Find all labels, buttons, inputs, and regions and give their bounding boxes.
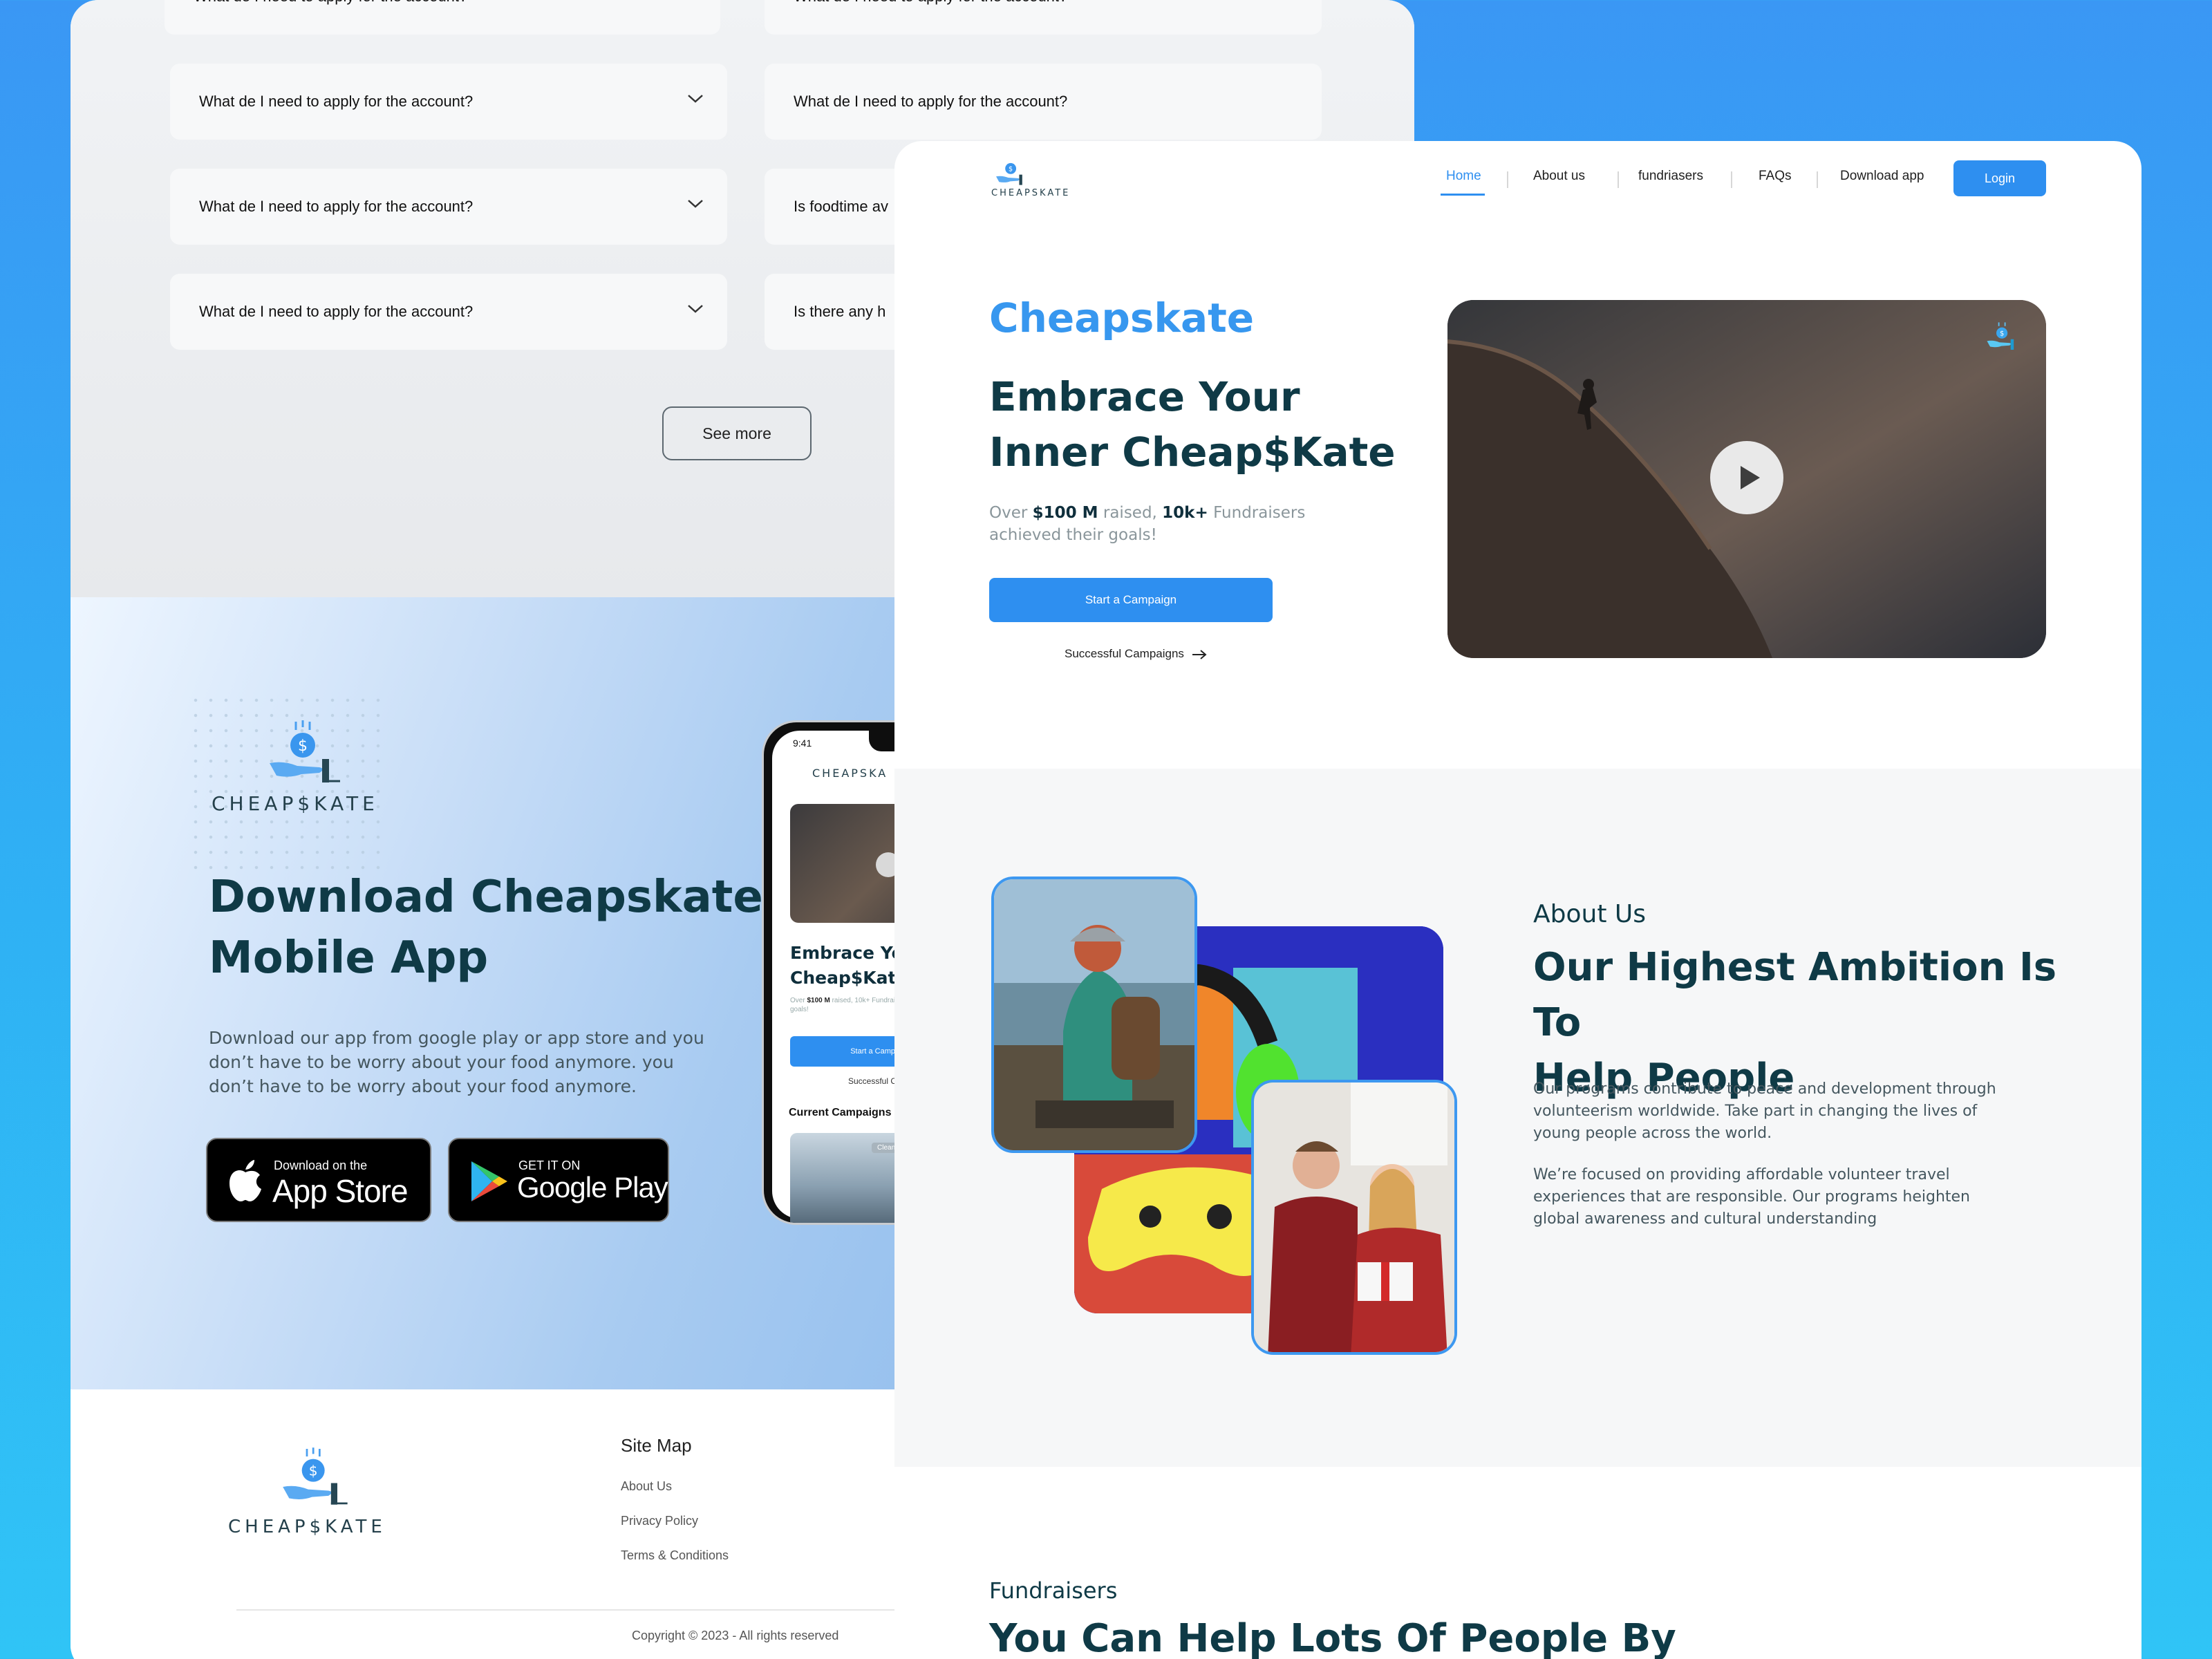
about-title-line1: Our Highest Ambition Is To [1533, 945, 2057, 1045]
nav-separator [1618, 171, 1619, 188]
faq-item[interactable]: What de I need to apply for the account? [765, 64, 1322, 140]
svg-text:$: $ [2000, 330, 2004, 337]
chevron-down-icon [688, 200, 703, 208]
login-button[interactable]: Login [1953, 160, 2046, 196]
hand-coin-logo-icon: $ [283, 1447, 348, 1505]
nav-separator [1817, 171, 1818, 188]
apple-icon [229, 1160, 261, 1201]
download-description: Download our app from google play or app… [209, 1028, 704, 1096]
faq-question: Is there any h [794, 303, 886, 320]
hand-coin-logo-icon: $ [996, 162, 1022, 185]
hero-sub-count: 10k+ [1162, 504, 1208, 522]
phone-logo-text: CHEAPSKA [812, 767, 888, 780]
hero-title: Embrace Your Inner Cheap$Kate [989, 369, 1404, 480]
google-play-icon [471, 1161, 507, 1201]
hand-coin-logo-icon: $ [1987, 322, 2014, 350]
about-label: About Us [1533, 900, 1646, 928]
couple-gift-image-art [1254, 1082, 1454, 1352]
logo-text: CHEAP$KATE [212, 792, 379, 815]
hero-video[interactable]: $ [1447, 300, 2046, 658]
play-triangle [1741, 466, 1760, 489]
phone-raised-prefix: Over [790, 997, 805, 1004]
successful-campaigns-label: Successful Campaigns [1065, 647, 1184, 660]
app-store-big-text: App Store [272, 1173, 409, 1209]
copyright: Copyright © 2023 - All rights reserved [632, 1629, 839, 1642]
fundraisers-title: You Can Help Lots Of People By [989, 1616, 1676, 1659]
faq-question: What de I need to apply for the account? [194, 0, 467, 6]
header-logo-text: CHEAPSKATE [991, 188, 1071, 198]
svg-text:$: $ [298, 738, 308, 755]
hero-sub-over: Over [989, 504, 1028, 522]
successful-campaigns-link[interactable]: Successful Campaigns [1065, 647, 1207, 661]
hero-sub-amount: $100 M [1032, 504, 1098, 522]
hand-coin-logo-icon: $ [270, 720, 340, 782]
footer-link-terms[interactable]: Terms & Conditions [621, 1548, 729, 1563]
site-map-title: Site Map [621, 1435, 692, 1456]
about-paragraph-2: We’re focused on providing affordable vo… [1533, 1166, 1970, 1228]
phone-raised-amount: $100 M [807, 997, 830, 1004]
arrow-right-icon [1192, 649, 1207, 659]
hero-title-line2: Inner Cheap$Kate [989, 429, 1396, 476]
nav-home[interactable]: Home [1446, 169, 1481, 184]
phone-time: 9:41 [793, 738, 812, 749]
footer-logo-text: CHEAP$KATE [228, 1517, 386, 1537]
footer-link-privacy[interactable]: Privacy Policy [621, 1514, 698, 1528]
traveler-image [991, 877, 1197, 1153]
play-icon[interactable] [1710, 441, 1783, 514]
download-title-line1: Download Cheapskate [209, 872, 763, 923]
faq-question: What de I need to apply for the account? [794, 93, 1068, 110]
nav-faqs[interactable]: FAQs [1759, 169, 1792, 184]
svg-text:$: $ [309, 1463, 318, 1479]
download-title: Download Cheapskate Mobile App [209, 867, 776, 988]
faq-question: Is foodtime av [794, 198, 888, 215]
traveler-image-art [994, 879, 1194, 1150]
start-campaign-button[interactable]: Start a Campaign [989, 578, 1273, 622]
couple-gift-image [1251, 1080, 1457, 1355]
svg-text:$: $ [1009, 165, 1013, 173]
nav-separator [1507, 171, 1508, 188]
google-play-button[interactable]: GET IT ON Google Play [448, 1138, 669, 1222]
see-more-button[interactable]: See more [662, 406, 812, 460]
chevron-down-icon [688, 305, 703, 313]
homepage-card: $ CHEAPSKATE Home About us fundriasers F… [894, 141, 2141, 1659]
footer-link-about[interactable]: About Us [621, 1479, 672, 1494]
download-title-line2: Mobile App [209, 932, 489, 984]
phone-current-campaigns: Current Campaigns [789, 1107, 892, 1118]
faq-item[interactable]: What de I need to apply for the account? [170, 169, 727, 245]
nav-active-underline [1441, 194, 1485, 196]
nav-about[interactable]: About us [1533, 169, 1585, 184]
faq-item[interactable]: What de I need to apply for the account? [170, 64, 727, 140]
chevron-down-icon [688, 95, 703, 103]
hero-sub-raised: raised, [1103, 504, 1157, 522]
nav-fundraisers[interactable]: fundriasers [1638, 169, 1703, 184]
faq-question: What de I need to apply for the account? [794, 0, 1067, 6]
hero-title-line1: Embrace Your [989, 373, 1300, 420]
app-store-small-text: Download on the [274, 1159, 368, 1172]
nav-download-app[interactable]: Download app [1840, 169, 1924, 184]
fundraisers-label: Fundraisers [989, 1577, 1118, 1604]
nav-separator [1731, 171, 1732, 188]
app-store-button[interactable]: Download on the App Store [206, 1138, 431, 1222]
google-play-big-text: Google Play [517, 1171, 668, 1203]
faq-item[interactable]: What de I need to apply for the account? [170, 274, 727, 350]
faq-item[interactable]: What de I need to apply for the account? [765, 0, 1322, 35]
faq-question: What de I need to apply for the account? [199, 303, 474, 320]
faq-item[interactable]: What de I need to apply for the account? [165, 0, 720, 35]
about-paragraph-1: Our programs contribute to peace and dev… [1533, 1080, 1996, 1142]
hero-subtitle: Over $100 M raised, 10k+ Fundraisers ach… [989, 502, 1376, 546]
faq-question: What de I need to apply for the account? [199, 93, 474, 110]
brand-name: Cheapskate [989, 294, 1255, 341]
faq-question: What de I need to apply for the account? [199, 198, 474, 215]
